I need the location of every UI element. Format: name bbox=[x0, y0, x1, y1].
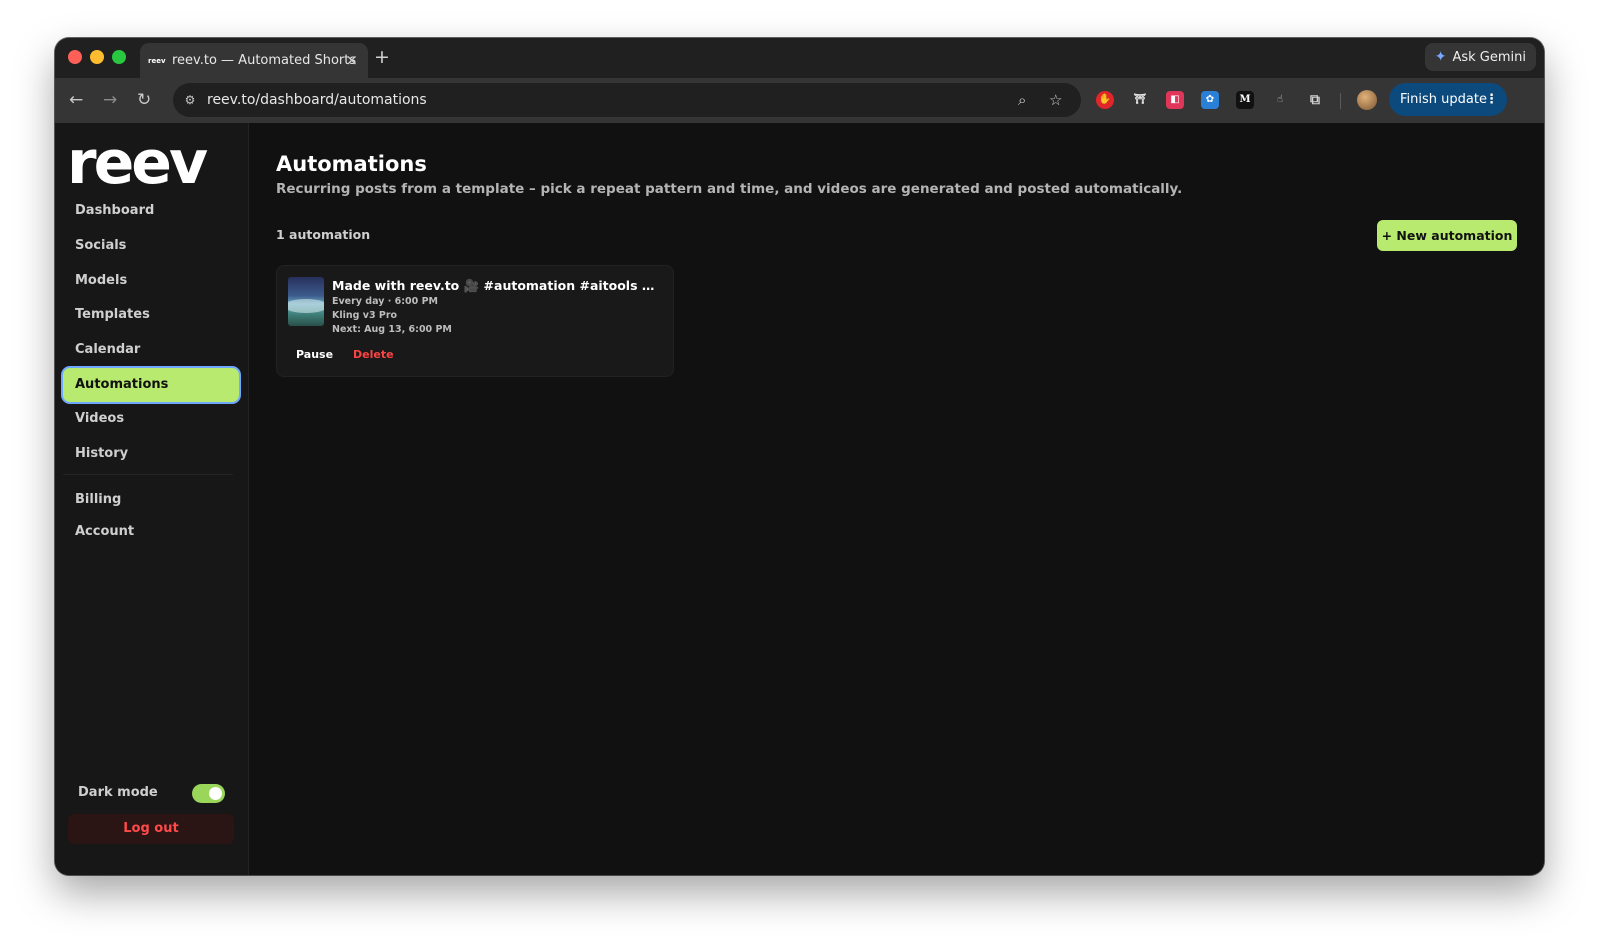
video-thumbnail bbox=[288, 277, 324, 326]
gemini-sparkle-icon: ✦ bbox=[1434, 49, 1447, 65]
close-tab-icon[interactable]: × bbox=[345, 52, 358, 68]
reev-logo[interactable]: reev bbox=[67, 131, 208, 195]
sidebar-divider bbox=[63, 474, 233, 475]
medium-extension-icon[interactable]: M bbox=[1236, 91, 1254, 109]
app-content: reev Dashboard Socials Models Templates … bbox=[55, 123, 1544, 875]
sidebar-item-billing[interactable]: Billing bbox=[63, 483, 239, 517]
forward-arrow-icon[interactable]: → bbox=[103, 90, 117, 110]
minimize-window-button[interactable] bbox=[90, 50, 104, 64]
logout-button[interactable]: Log out bbox=[68, 814, 234, 844]
dark-mode-label: Dark mode bbox=[78, 785, 158, 800]
sidebar: reev Dashboard Socials Models Templates … bbox=[55, 123, 249, 875]
sidebar-item-videos[interactable]: Videos bbox=[63, 402, 239, 436]
zoom-icon[interactable]: ⌕ bbox=[1018, 91, 1026, 109]
reload-icon[interactable]: ↻ bbox=[137, 90, 151, 110]
site-info-icon[interactable]: ⚙ bbox=[181, 91, 199, 109]
paw-extension-icon[interactable]: ✿ bbox=[1201, 91, 1219, 109]
dark-mode-toggle[interactable] bbox=[192, 784, 225, 803]
stop-extension-icon[interactable]: ✋ bbox=[1096, 91, 1114, 109]
bookmark-star-icon[interactable]: ☆ bbox=[1049, 91, 1062, 109]
sidebar-item-calendar[interactable]: Calendar bbox=[63, 333, 239, 367]
address-bar[interactable]: ⚙ reev.to/dashboard/automations ⌕ ☆ bbox=[173, 83, 1081, 117]
new-automation-button[interactable]: + New automation bbox=[1377, 220, 1517, 251]
sidebar-item-models[interactable]: Models bbox=[63, 264, 239, 298]
finish-update-button[interactable]: Finish update ⋮ bbox=[1389, 83, 1507, 116]
sidebar-item-automations[interactable]: Automations bbox=[63, 368, 239, 402]
red-square-extension-icon[interactable]: ◧ bbox=[1166, 91, 1184, 109]
wave-graphic bbox=[288, 299, 324, 313]
gift-extension-icon[interactable]: ⛩ bbox=[1131, 91, 1149, 109]
hand-extension-icon[interactable]: ☝ bbox=[1271, 91, 1289, 109]
browser-tab[interactable]: reev reev.to — Automated Shorts × bbox=[140, 43, 368, 78]
ask-gemini-button[interactable]: ✦ Ask Gemini bbox=[1424, 43, 1536, 71]
url-text[interactable]: reev.to/dashboard/automations bbox=[207, 92, 427, 108]
automation-next-run: Next: Aug 13, 6:00 PM bbox=[332, 324, 452, 335]
close-window-button[interactable] bbox=[68, 50, 82, 64]
page-title: Automations bbox=[276, 152, 427, 176]
automation-model: Kling v3 Pro bbox=[332, 310, 398, 321]
finish-update-label: Finish update bbox=[1400, 92, 1487, 107]
puzzle-extensions-icon[interactable]: ⧉ bbox=[1306, 91, 1324, 109]
tab-title: reev.to — Automated Shorts bbox=[172, 53, 357, 68]
tab-strip: reev reev.to — Automated Shorts × + ✦ As… bbox=[55, 38, 1544, 78]
toolbar-separator bbox=[1340, 93, 1341, 109]
sidebar-item-socials[interactable]: Socials bbox=[63, 229, 239, 263]
menu-dots-icon[interactable]: ⋮ bbox=[1485, 83, 1498, 116]
ask-gemini-label: Ask Gemini bbox=[1452, 49, 1526, 65]
back-arrow-icon[interactable]: ← bbox=[69, 90, 83, 110]
sidebar-item-templates[interactable]: Templates bbox=[63, 298, 239, 332]
sidebar-item-account[interactable]: Account bbox=[63, 515, 239, 549]
main-panel: Automations Recurring posts from a templ… bbox=[276, 123, 1544, 875]
sidebar-item-dashboard[interactable]: Dashboard bbox=[63, 194, 239, 228]
toggle-knob bbox=[209, 787, 222, 800]
browser-toolbar: ← → ↻ ⚙ reev.to/dashboard/automations ⌕ … bbox=[55, 78, 1544, 123]
page-subtitle: Recurring posts from a template – pick a… bbox=[276, 181, 1183, 197]
pause-button[interactable]: Pause bbox=[296, 348, 333, 362]
reev-favicon-icon: reev bbox=[148, 56, 166, 65]
profile-avatar[interactable] bbox=[1357, 90, 1377, 110]
browser-window: reev reev.to — Automated Shorts × + ✦ As… bbox=[55, 38, 1544, 875]
automation-title: Made with reev.to 🎥 #automation #aitools… bbox=[332, 278, 662, 293]
automation-count: 1 automation bbox=[276, 227, 371, 242]
delete-button[interactable]: Delete bbox=[353, 348, 394, 362]
sidebar-item-history[interactable]: History bbox=[63, 437, 239, 471]
maximize-window-button[interactable] bbox=[112, 50, 126, 64]
automation-schedule: Every day · 6:00 PM bbox=[332, 296, 438, 307]
new-tab-button[interactable]: + bbox=[374, 47, 390, 67]
automation-card: Made with reev.to 🎥 #automation #aitools… bbox=[276, 265, 674, 377]
